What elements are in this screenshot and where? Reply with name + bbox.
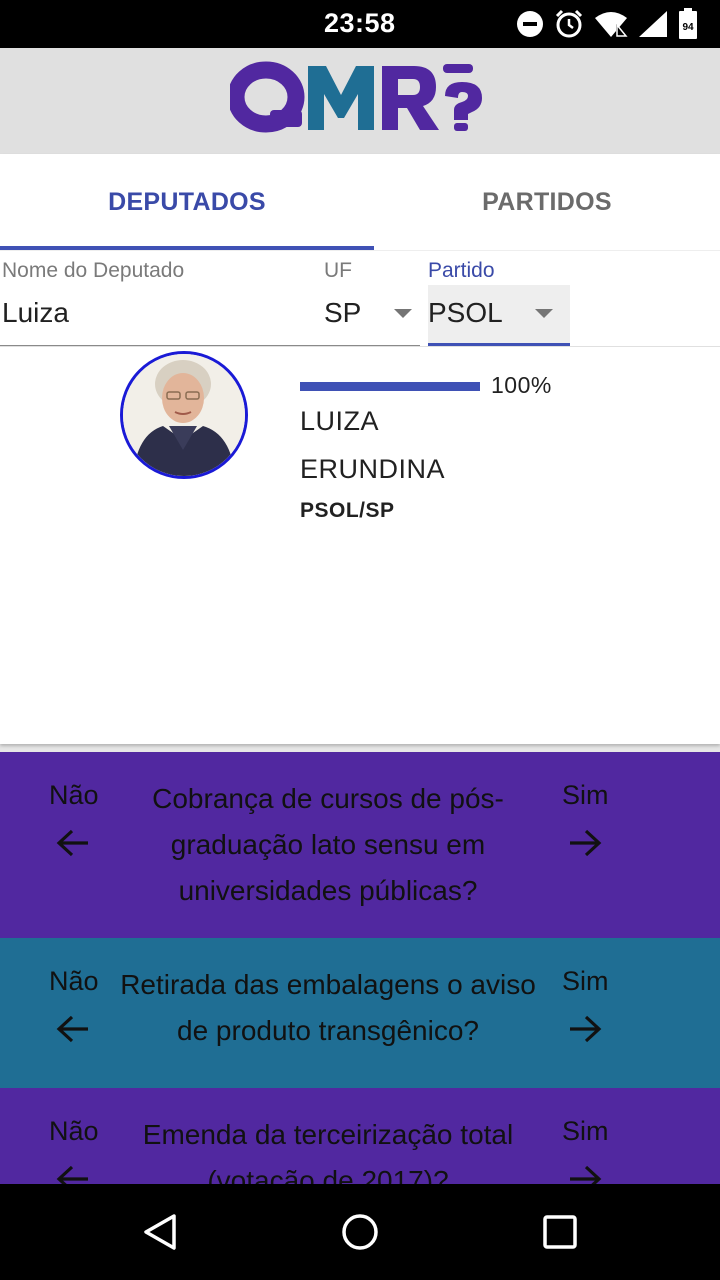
partido-dropdown-icon[interactable]: [535, 309, 553, 318]
question-text: Cobrança de cursos de pós-graduação lato…: [152, 783, 504, 906]
yes-label: Sim: [562, 1116, 609, 1146]
arrow-left-icon[interactable]: [56, 1014, 90, 1049]
match-progress-bar: [300, 382, 480, 391]
app-logo: [227, 60, 492, 141]
tab-bar: DEPUTADOS PARTIDOS: [0, 154, 720, 250]
partido-label: Partido: [428, 259, 495, 282]
yes-label: Sim: [562, 966, 609, 996]
partido-value[interactable]: PSOL: [428, 297, 503, 329]
deputy-name-label: Nome do Deputado: [2, 259, 185, 282]
app-header: [0, 48, 720, 154]
no-label: Não: [49, 966, 99, 996]
navigation-bar: [0, 1184, 720, 1280]
alarm-icon: [554, 9, 584, 39]
match-percent: 100%: [491, 372, 552, 398]
arrow-right-icon[interactable]: [568, 1164, 602, 1184]
yes-label: Sim: [562, 780, 609, 810]
tab-partidos[interactable]: PARTIDOS: [374, 154, 720, 250]
deputy-name-input[interactable]: Luiza: [2, 297, 69, 329]
deputy-name: LUIZA ERUNDINA: [300, 406, 446, 484]
uf-dropdown-icon[interactable]: [394, 309, 412, 318]
status-icons: 94: [516, 8, 698, 40]
deputy-avatar: [120, 351, 248, 479]
question-text: Emenda da terceirização total (votação d…: [142, 1119, 514, 1184]
app: DEPUTADOS PARTIDOS Nome do Deputado Luiz…: [0, 48, 720, 1184]
deputy-party: PSOL/SP: [300, 499, 395, 522]
status-time: 23:58: [324, 8, 396, 38]
recents-icon[interactable]: [540, 1212, 580, 1252]
arrow-left-icon[interactable]: [56, 1164, 90, 1184]
tab-deputados[interactable]: DEPUTADOS: [0, 154, 374, 250]
uf-select[interactable]: UF SP: [324, 251, 420, 347]
uf-value[interactable]: SP: [324, 297, 361, 329]
status-bar: 23:58 94: [0, 0, 720, 48]
wifi-icon: [594, 10, 628, 38]
deputy-list-item[interactable]: 100% LUIZA ERUNDINA PSOL/SP: [0, 347, 720, 547]
cell-signal-icon: [638, 10, 668, 38]
arrow-right-icon[interactable]: [568, 1014, 602, 1049]
home-icon[interactable]: [340, 1212, 380, 1252]
question-text: Retirada das embalagens o aviso de produ…: [120, 969, 536, 1046]
question-card[interactable]: Não Emenda da terceirização total (votaç…: [0, 1088, 720, 1184]
search-card: DEPUTADOS PARTIDOS Nome do Deputado Luiz…: [0, 154, 720, 744]
no-label: Não: [49, 1116, 99, 1146]
svg-text:94: 94: [682, 22, 694, 33]
arrow-left-icon[interactable]: [56, 828, 90, 863]
partido-select[interactable]: Partido PSOL: [428, 251, 570, 347]
do-not-disturb-icon: [516, 10, 544, 38]
filters: Nome do Deputado Luiza UF SP Partido PSO…: [0, 250, 720, 346]
back-icon[interactable]: [140, 1212, 180, 1252]
battery-icon: 94: [678, 8, 698, 40]
arrow-right-icon[interactable]: [568, 828, 602, 863]
question-card[interactable]: Não Cobrança de cursos de pós-graduação …: [0, 752, 720, 938]
no-label: Não: [49, 780, 99, 810]
uf-label: UF: [324, 259, 352, 282]
question-card[interactable]: Não Retirada das embalagens o aviso de p…: [0, 938, 720, 1088]
